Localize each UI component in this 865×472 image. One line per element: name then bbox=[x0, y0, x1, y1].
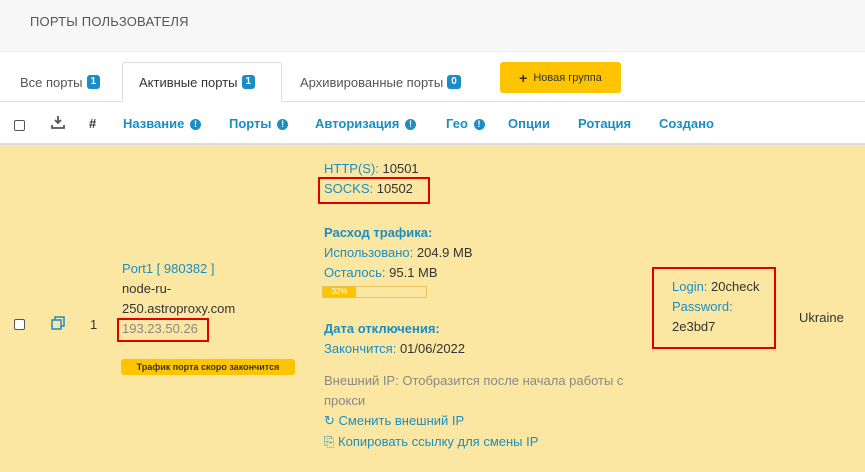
ends-line: Закончится: 01/06/2022 bbox=[324, 339, 664, 359]
column-rotation[interactable]: Ротация bbox=[578, 116, 631, 131]
highlight-ip-box bbox=[117, 318, 209, 342]
traffic-warning-badge: Трафик порта скоро закончится bbox=[121, 359, 295, 375]
column-index: # bbox=[89, 116, 97, 131]
table-row: 1 Port1 [ 980382 ] node-ru- 250.astropro… bbox=[0, 145, 865, 472]
tab-bar: Все порты 1 Активные порты 1 Архивирован… bbox=[0, 62, 865, 102]
shutdown-title: Дата отключения: bbox=[324, 321, 440, 336]
copy-icon: ⎘ bbox=[324, 434, 335, 449]
column-options[interactable]: Опции bbox=[508, 116, 550, 131]
tab-active-ports[interactable]: Активные порты 1 bbox=[122, 62, 282, 102]
highlight-socks-box bbox=[318, 177, 430, 204]
copy-link-button[interactable]: ⎘ Копировать ссылку для смены IP bbox=[324, 432, 538, 452]
progress-fill: 32% bbox=[323, 287, 356, 297]
column-auth[interactable]: Авторизация ! bbox=[315, 116, 416, 131]
info-icon[interactable]: ! bbox=[405, 119, 416, 130]
info-icon[interactable]: ! bbox=[190, 119, 201, 130]
count-badge: 1 bbox=[86, 75, 101, 89]
column-name-label: Название bbox=[123, 116, 185, 131]
change-ip-link[interactable]: ↻ Сменить внешний IP bbox=[324, 411, 464, 431]
http-line: HTTP(S): 10501 bbox=[324, 159, 664, 179]
tab-label: Активные порты bbox=[139, 74, 238, 90]
column-ports-label: Порты bbox=[229, 116, 272, 131]
refresh-icon: ↻ bbox=[324, 413, 335, 428]
traffic-block: Расход трафика: Использовано: 204.9 MB О… bbox=[324, 223, 664, 283]
used-line: Использовано: 204.9 MB bbox=[324, 243, 664, 263]
change-ip-label: Сменить внешний IP bbox=[338, 413, 465, 428]
ends-label: Закончится: bbox=[324, 341, 397, 356]
column-geo-label: Гео bbox=[446, 116, 468, 131]
ends-value: 01/06/2022 bbox=[399, 341, 466, 356]
info-icon[interactable]: ! bbox=[277, 119, 289, 130]
host-line-1: node-ru- bbox=[122, 281, 172, 296]
row-checkbox[interactable] bbox=[14, 319, 25, 330]
http-port: 10501 bbox=[382, 161, 419, 176]
shutdown-block: Дата отключения: Закончится: 01/06/2022 bbox=[324, 319, 664, 359]
traffic-progress-bar: 32% bbox=[322, 286, 427, 298]
column-geo[interactable]: Гео ! bbox=[446, 116, 485, 131]
column-ports[interactable]: Порты ! bbox=[229, 116, 289, 131]
used-value: 204.9 MB bbox=[416, 245, 473, 260]
port-name-link[interactable]: Port1 [ 980382 ] bbox=[122, 259, 302, 279]
plus-icon: + bbox=[519, 69, 528, 86]
select-all-checkbox[interactable] bbox=[14, 120, 25, 131]
geo-value: Ukraine bbox=[799, 310, 844, 325]
copy-icon[interactable] bbox=[51, 316, 65, 335]
external-ip-line-2: прокси bbox=[324, 393, 366, 408]
download-icon[interactable] bbox=[51, 115, 65, 134]
column-created[interactable]: Создано bbox=[659, 116, 714, 131]
info-icon[interactable]: ! bbox=[473, 119, 485, 130]
used-label: Использовано: bbox=[324, 245, 414, 260]
count-badge: 1 bbox=[241, 75, 256, 89]
new-group-label: Новая группа bbox=[533, 71, 602, 84]
left-label: Осталось: bbox=[324, 265, 386, 280]
traffic-title: Расход трафика: bbox=[324, 225, 433, 240]
external-ip-text: Внешний IP: Отобразится после начала раб… bbox=[324, 371, 654, 411]
tab-label: Архивированные порты bbox=[300, 74, 444, 90]
tab-label: Все порты bbox=[20, 74, 83, 90]
column-auth-label: Авторизация bbox=[315, 116, 400, 131]
left-line: Осталось: 95.1 MB bbox=[324, 263, 664, 283]
row-index: 1 bbox=[90, 317, 98, 332]
new-group-button[interactable]: + Новая группа bbox=[500, 62, 621, 93]
host-line-2: 250.astroproxy.com bbox=[122, 301, 236, 316]
column-name[interactable]: Название ! bbox=[123, 116, 201, 131]
tab-archived-ports[interactable]: Архивированные порты 0 bbox=[300, 62, 461, 102]
count-badge: 0 bbox=[447, 75, 461, 89]
http-label[interactable]: HTTP(S): bbox=[324, 161, 379, 176]
left-value: 95.1 MB bbox=[389, 265, 438, 280]
page-title: ПОРТЫ ПОЛЬЗОВАТЕЛЯ bbox=[30, 14, 189, 29]
external-ip-line-1: Внешний IP: Отобразится после начала раб… bbox=[324, 373, 624, 388]
page-header: ПОРТЫ ПОЛЬЗОВАТЕЛЯ bbox=[0, 0, 865, 52]
highlight-auth-box bbox=[652, 267, 776, 349]
tab-all-ports[interactable]: Все порты 1 bbox=[20, 62, 101, 102]
table-header: # Название ! Порты ! Авторизация ! Гео !… bbox=[0, 103, 865, 145]
copy-link-label: Копировать ссылку для смены IP bbox=[338, 434, 539, 449]
